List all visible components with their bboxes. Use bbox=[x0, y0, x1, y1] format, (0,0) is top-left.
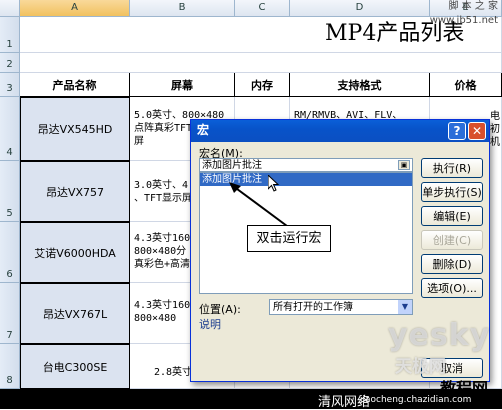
close-button[interactable]: ✕ bbox=[468, 122, 486, 140]
annotation-callout: 双击运行宏 bbox=[247, 225, 331, 252]
row-header-8[interactable]: 8 bbox=[0, 344, 20, 389]
dialog-titlebar[interactable]: 宏 bbox=[191, 120, 489, 142]
column-header-d[interactable]: D bbox=[290, 0, 430, 17]
row-header-6[interactable]: 6 bbox=[0, 222, 20, 283]
yesky-cn-watermark: 天极网 bbox=[395, 357, 446, 377]
bottom-url-watermark: jiaocheng.chazidian.com bbox=[360, 395, 472, 405]
delete-button[interactable]: 删除(D) bbox=[421, 254, 483, 274]
macro-name-value: 添加图片批注 bbox=[202, 160, 262, 171]
step-into-button[interactable]: 单步执行(S) bbox=[421, 182, 483, 202]
product-name-cell[interactable]: 艾诺V6000HDA bbox=[20, 222, 130, 283]
edit-button[interactable]: 编辑(E) bbox=[421, 206, 483, 226]
macro-picker-icon[interactable]: ▣ bbox=[398, 160, 410, 170]
location-value: 所有打开的工作簿 bbox=[273, 302, 353, 313]
options-button[interactable]: 选项(O)... bbox=[421, 278, 483, 298]
row-header-1[interactable]: 1 bbox=[0, 17, 20, 53]
product-name-cell[interactable]: 昂达VX757 bbox=[20, 161, 130, 222]
row-header-2[interactable]: 2 bbox=[0, 53, 20, 73]
yesky-watermark: yesky bbox=[388, 318, 491, 353]
product-name-cell[interactable]: 昂达VX767L bbox=[20, 283, 130, 344]
help-button[interactable]: ? bbox=[448, 122, 466, 140]
annotation-arrow bbox=[229, 182, 288, 227]
location-label: 位置(A): bbox=[199, 303, 241, 316]
header-formats[interactable]: 支持格式 bbox=[290, 73, 430, 97]
column-header-b[interactable]: B bbox=[130, 0, 235, 17]
create-button[interactable]: 创建(C) bbox=[421, 230, 483, 250]
product-name-cell[interactable]: 昂达VX545HD bbox=[20, 97, 130, 161]
column-header-c[interactable]: C bbox=[235, 0, 290, 17]
header-price[interactable]: 价格 bbox=[430, 73, 502, 97]
row-header-5[interactable]: 5 bbox=[0, 161, 20, 222]
row-header-3[interactable]: 3 bbox=[0, 73, 20, 97]
location-select[interactable]: 所有打开的工作簿 ▼ bbox=[269, 299, 413, 315]
run-button[interactable]: 执行(R) bbox=[421, 158, 483, 178]
header-product-name[interactable]: 产品名称 bbox=[20, 73, 130, 97]
bottom-banner: 清风网络 jiaocheng.chazidian.com bbox=[0, 389, 502, 410]
row-header-4[interactable]: 4 bbox=[0, 97, 20, 161]
header-screen[interactable]: 屏幕 bbox=[130, 73, 235, 97]
macro-name-input[interactable]: 添加图片批注 ▣ bbox=[199, 158, 413, 172]
product-name-cell[interactable]: 台电C300SE bbox=[20, 344, 130, 389]
column-header-a[interactable]: A bbox=[20, 0, 130, 17]
chevron-down-icon[interactable]: ▼ bbox=[398, 300, 412, 314]
select-all-corner[interactable] bbox=[0, 0, 20, 17]
empty-row[interactable] bbox=[20, 53, 502, 73]
dialog-title: 宏 bbox=[197, 123, 210, 137]
header-memory[interactable]: 内存 bbox=[235, 73, 290, 97]
row-header-7[interactable]: 7 bbox=[0, 283, 20, 344]
site-watermark: 脚 本 之 家 www.jb51.net bbox=[429, 1, 498, 26]
description-label: 说明 bbox=[199, 318, 221, 331]
